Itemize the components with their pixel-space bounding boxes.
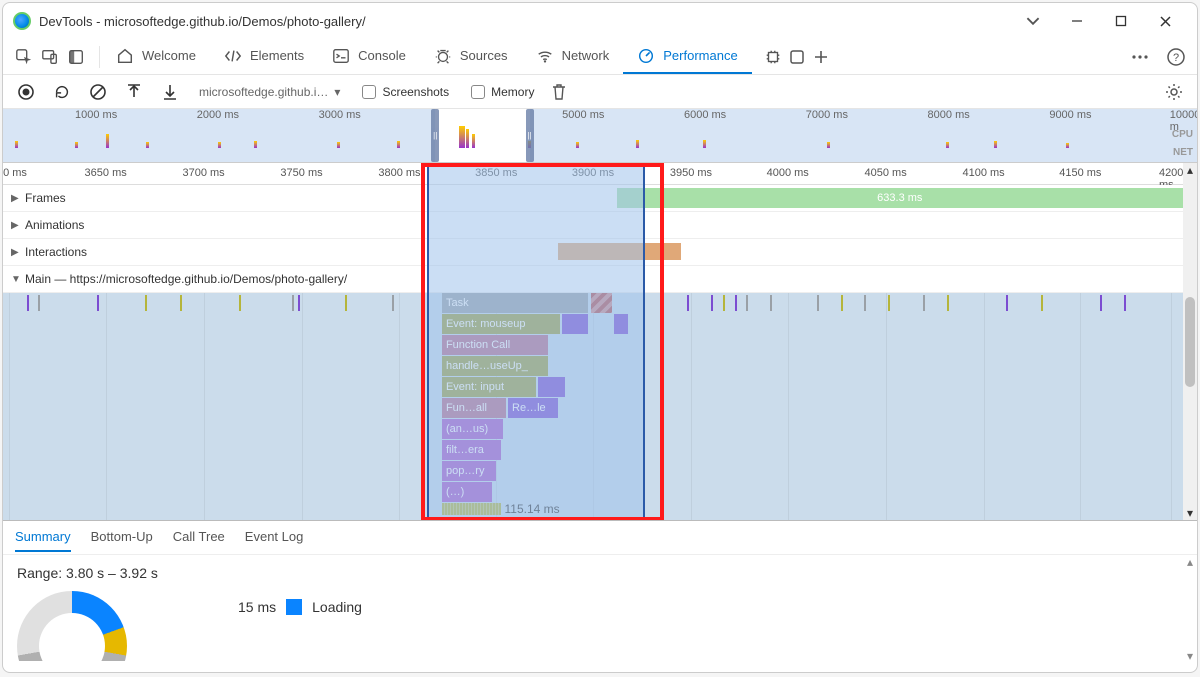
code-icon	[224, 47, 242, 65]
download-button[interactable]	[159, 81, 181, 103]
overview-tick: 3000 ms	[319, 109, 361, 121]
summary-tab-bottomup[interactable]: Bottom-Up	[91, 523, 153, 552]
screenshots-label: Screenshots	[382, 85, 449, 99]
window-title: DevTools - microsoftedge.github.io/Demos…	[39, 14, 366, 29]
tab-console[interactable]: Console	[318, 40, 420, 74]
record-button[interactable]	[15, 81, 37, 103]
memory-label: Memory	[491, 85, 534, 99]
section-label: Frames	[25, 191, 66, 205]
clear-button[interactable]	[87, 81, 109, 103]
chevron-down-icon[interactable]	[1011, 5, 1055, 37]
home-icon	[116, 47, 134, 65]
gauge-icon	[637, 47, 655, 65]
timeline[interactable]: 600 ms3650 ms3700 ms3750 ms3800 ms3850 m…	[3, 163, 1197, 521]
tab-label: Sources	[460, 48, 508, 63]
section-label: Animations	[25, 218, 84, 232]
tab-label: Network	[562, 48, 610, 63]
bug-icon	[434, 47, 452, 65]
legend-loading: 15 ms Loading	[238, 599, 362, 615]
overview-handle-left[interactable]: ||	[431, 109, 439, 162]
overview-tick: 9000 ms	[1049, 109, 1091, 121]
trash-icon[interactable]	[548, 81, 570, 103]
overview-handle-right[interactable]: ||	[526, 109, 534, 162]
legend-swatch	[286, 599, 302, 615]
wifi-icon	[536, 47, 554, 65]
minimize-button[interactable]	[1055, 5, 1099, 37]
legend-ms: 15 ms	[238, 599, 276, 615]
perf-toolbar: microsoftedge.github.i… ▾ Screenshots Me…	[3, 75, 1197, 109]
more-icon[interactable]	[1129, 46, 1151, 68]
summary-scrollbar[interactable]: ▴▾	[1183, 555, 1197, 663]
summary-donut	[17, 591, 127, 661]
tab-label: Console	[358, 48, 406, 63]
cpu-throttle-icon[interactable]	[762, 46, 784, 68]
section-label: Interactions	[25, 245, 87, 259]
panel-square-icon[interactable]	[786, 46, 808, 68]
help-icon[interactable]: ?	[1165, 46, 1187, 68]
inspect-icon[interactable]	[13, 46, 35, 68]
vertical-scrollbar[interactable]: ▴▾	[1183, 163, 1197, 520]
overview-tick: 7000 ms	[806, 109, 848, 121]
cpu-label: CPU	[1172, 129, 1193, 140]
screenshots-checkbox[interactable]	[362, 85, 376, 99]
chevron-down-icon: ▾	[334, 85, 340, 99]
console-icon	[332, 47, 350, 65]
tab-sources[interactable]: Sources	[420, 40, 522, 74]
overview-tick: 6000 ms	[684, 109, 726, 121]
overview-tick: 8000 ms	[928, 109, 970, 121]
recording-dropdown[interactable]: microsoftedge.github.i… ▾	[199, 85, 340, 99]
disclosure-icon: ▼	[11, 274, 21, 285]
svg-text:?: ?	[1173, 52, 1179, 64]
tab-label: Welcome	[142, 48, 196, 63]
tab-label: Elements	[250, 48, 304, 63]
summary-tabs: Summary Bottom-Up Call Tree Event Log	[3, 521, 1197, 555]
overview-tick: 1000 ms	[75, 109, 117, 121]
summary-tab-calltree[interactable]: Call Tree	[173, 523, 225, 552]
summary-tab-eventlog[interactable]: Event Log	[245, 523, 304, 552]
recording-name: microsoftedge.github.i…	[199, 85, 328, 99]
gear-icon[interactable]	[1163, 81, 1185, 103]
panel-tabs: Welcome Elements Console Sources Network Perf…	[3, 39, 1197, 75]
frame-bar[interactable]: 633.3 ms	[617, 188, 1183, 208]
tab-label: Performance	[663, 48, 737, 63]
disclosure-icon: ▶	[11, 247, 21, 258]
overview-tick: 5000 ms	[562, 109, 604, 121]
overview-timeline[interactable]: 1000 ms2000 ms3000 ms4000 ms5000 ms6000 …	[3, 109, 1197, 163]
overview-tick: 2000 ms	[197, 109, 239, 121]
add-tab-icon[interactable]	[810, 46, 832, 68]
maximize-button[interactable]	[1099, 5, 1143, 37]
tab-welcome[interactable]: Welcome	[102, 40, 210, 74]
disclosure-icon: ▶	[11, 220, 21, 231]
summary-tab-summary[interactable]: Summary	[15, 523, 71, 552]
legend-name: Loading	[312, 599, 362, 615]
reload-button[interactable]	[51, 81, 73, 103]
summary-panel: Range: 3.80 s – 3.92 s 15 ms Loading ▴▾	[3, 555, 1197, 663]
tab-elements[interactable]: Elements	[210, 40, 318, 74]
tab-performance[interactable]: Performance	[623, 40, 751, 74]
titlebar: DevTools - microsoftedge.github.io/Demos…	[3, 3, 1197, 39]
section-label: Main — https://microsoftedge.github.io/D…	[25, 272, 347, 286]
disclosure-icon: ▶	[11, 193, 21, 204]
device-toggle-icon[interactable]	[39, 46, 61, 68]
dock-icon[interactable]	[65, 46, 87, 68]
upload-button[interactable]	[123, 81, 145, 103]
close-button[interactable]	[1143, 5, 1187, 37]
app-icon	[13, 12, 31, 30]
range-label: Range: 3.80 s – 3.92 s	[17, 565, 1183, 581]
net-label: NET	[1173, 147, 1193, 158]
tab-network[interactable]: Network	[522, 40, 624, 74]
memory-checkbox[interactable]	[471, 85, 485, 99]
